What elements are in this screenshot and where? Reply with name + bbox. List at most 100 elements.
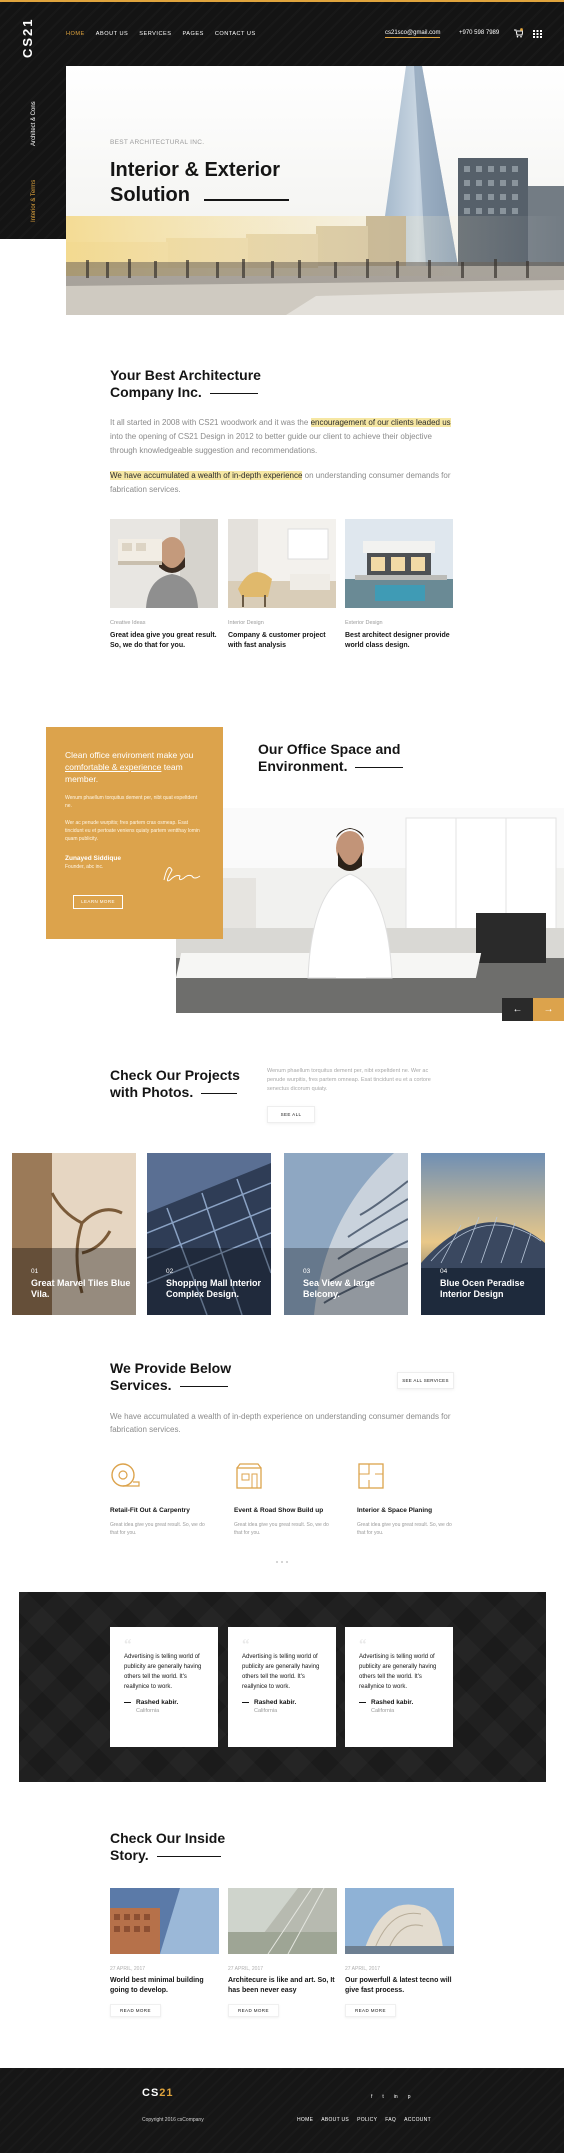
office-box-underlined: comfortable & experience xyxy=(65,762,162,772)
about-p1-highlight: encouragement of our clients leaded us xyxy=(310,418,451,427)
linkedin-icon[interactable]: in xyxy=(394,2094,398,2100)
facebook-icon[interactable]: f xyxy=(371,2094,372,2100)
services-description: We have accumulated a wealth of in-depth… xyxy=(110,1412,451,1434)
carousel-dot[interactable] xyxy=(276,1561,278,1563)
office-quote-box: Clean office enviroment make you comfort… xyxy=(46,727,223,939)
testimonial-quote: Advertising is telling world of publicit… xyxy=(359,1654,437,1690)
services-title: We Provide Below Services. xyxy=(110,1360,260,1394)
signature-icon xyxy=(163,867,201,882)
post-title[interactable]: World best minimal building going to dev… xyxy=(110,1976,219,1996)
title-rule xyxy=(179,1385,228,1388)
footer-link-account[interactable]: ACCOUNT xyxy=(404,2117,431,2123)
project-title: Blue Ocen Peradise Interior Design xyxy=(440,1278,525,1299)
footer-link-about[interactable]: ABOUT US xyxy=(321,2117,349,2123)
service-title: Event & Road Show Build up xyxy=(234,1507,324,1514)
project-tile[interactable]: 02 Shopping Mall Interior Complex Design… xyxy=(147,1153,271,1315)
modern-villa-image xyxy=(345,519,453,608)
footer-link-faq[interactable]: FAQ xyxy=(385,2117,396,2123)
footer-logo-number: 21 xyxy=(159,2087,174,2099)
nav-about[interactable]: ABOUT US xyxy=(96,31,129,37)
blog-title-line1: Check Our Inside xyxy=(110,1830,226,1846)
header-email[interactable]: cs21sco@gmail.com xyxy=(385,30,441,38)
service-text: Great idea give you great result. So, we… xyxy=(234,1522,329,1536)
project-tile[interactable]: 01 Great Marvel Tiles Blue Vila. xyxy=(12,1153,136,1315)
project-tile[interactable]: 03 Sea View & large Belcony. xyxy=(284,1153,408,1315)
post-image xyxy=(345,1888,454,1954)
project-tile[interactable]: 04 Blue Ocen Peradise Interior Design xyxy=(421,1153,545,1315)
nav-contact[interactable]: CONTACT US xyxy=(215,31,256,37)
blog-post[interactable]: 27 APRIL, 2017 World best minimal buildi… xyxy=(110,1888,219,2017)
testimonial-location: California xyxy=(254,1708,278,1714)
card-text: Best architect designer provide world cl… xyxy=(345,632,450,649)
see-all-services-button[interactable]: SEE ALL SERVICES xyxy=(397,1372,454,1389)
footer-logo-text: CS xyxy=(142,2087,160,2099)
service-item[interactable]: Interior & Space Planing Great idea give… xyxy=(357,1462,457,1537)
cart-icon[interactable] xyxy=(513,28,523,38)
card-tag: Exterior Design xyxy=(345,620,383,626)
service-item[interactable]: Retail-Fit Out & Carpentry Great idea gi… xyxy=(110,1462,210,1537)
about-p2-highlight: We have accumulated a wealth of in-depth… xyxy=(110,471,303,480)
grid-menu-icon[interactable] xyxy=(533,30,542,38)
testimonial-name: Rashed kabir. xyxy=(242,1699,322,1706)
blog-title: Check Our Inside Story. xyxy=(110,1830,260,1864)
twitter-icon[interactable]: t xyxy=(382,2094,383,2100)
projects-title-line1: Check Our Projects xyxy=(110,1067,240,1083)
blog-post[interactable]: 27 APRIL, 2017 Our powerfull & latest te… xyxy=(345,1888,454,2017)
logo[interactable]: CS21 xyxy=(20,17,35,58)
project-number: 04 xyxy=(440,1268,448,1275)
card-tag: Interior Design xyxy=(228,620,264,626)
post-image xyxy=(228,1888,337,1954)
floor-plan-icon xyxy=(358,1463,384,1489)
testimonial-quote: Advertising is telling world of publicit… xyxy=(124,1654,202,1690)
testimonial-card: “ Advertising is telling world of public… xyxy=(110,1627,218,1747)
card-text: Company & customer project with fast ana… xyxy=(228,632,326,649)
feature-card[interactable]: Exterior Design Best architect designer … xyxy=(345,519,453,651)
carousel-dot[interactable] xyxy=(281,1561,283,1563)
footer-nav: HOME ABOUT US POLICY FAQ ACCOUNT xyxy=(297,2117,431,2123)
read-more-button[interactable]: READ MORE xyxy=(228,2004,279,2017)
title-rule xyxy=(209,392,258,395)
read-more-button[interactable]: READ MORE xyxy=(345,2004,396,2017)
quote-icon: “ xyxy=(124,1637,132,1653)
post-date: 27 APRIL, 2017 xyxy=(345,1966,381,1972)
projects-title-line2: with Photos. xyxy=(110,1084,194,1100)
feature-card[interactable]: Creative Ideas Great idea give you great… xyxy=(110,519,218,651)
nav-pages[interactable]: PAGES xyxy=(182,31,203,37)
blog-post[interactable]: 27 APRIL, 2017 Architecure is like and a… xyxy=(228,1888,337,2017)
services-title-line2: Services. xyxy=(110,1377,172,1393)
project-title: Great Marvel Tiles Blue Vila. xyxy=(31,1278,131,1299)
project-number: 02 xyxy=(166,1268,174,1275)
service-item[interactable]: Event & Road Show Build up Great idea gi… xyxy=(234,1462,334,1537)
pinterest-icon[interactable]: p xyxy=(408,2094,411,2100)
learn-more-button[interactable]: LEARN MORE xyxy=(73,895,123,909)
footer-link-policy[interactable]: POLICY xyxy=(357,2117,377,2123)
office-box-paragraph-2: Wer ac penude wurpitis; fres partem cras… xyxy=(65,820,200,842)
read-more-button[interactable]: READ MORE xyxy=(110,2004,161,2017)
feature-card[interactable]: Interior Design Company & customer proje… xyxy=(228,519,336,651)
slider-next-button[interactable]: → xyxy=(533,998,564,1021)
post-title[interactable]: Our powerfull & latest tecno will give f… xyxy=(345,1976,454,1996)
footer-logo[interactable]: CS21 xyxy=(142,2087,174,2099)
hero-title-line1: Interior & Exterior xyxy=(110,159,281,181)
tape-measure-icon xyxy=(111,1463,140,1487)
slider-prev-button[interactable]: ← xyxy=(502,998,533,1021)
office-box-paragraph-1: Wenum phaellum torquitus dement per, nib… xyxy=(65,795,198,809)
post-title[interactable]: Architecure is like and art. So, It has … xyxy=(228,1976,337,1996)
nav-services[interactable]: SERVICES xyxy=(139,31,171,37)
side-link-interior[interactable]: Interior & Terms xyxy=(31,180,37,222)
see-all-button[interactable]: SEE ALL xyxy=(267,1106,315,1123)
carousel-dot[interactable] xyxy=(286,1561,288,1563)
nav-home[interactable]: HOME xyxy=(66,31,85,37)
title-rule xyxy=(355,766,404,769)
about-paragraph-2: We have accumulated a wealth of in-depth… xyxy=(110,469,454,497)
office-title-line2: Environment. xyxy=(258,758,348,774)
hero-kicker: BEST ARCHITECTURAL INC. xyxy=(110,139,205,146)
post-date: 27 APRIL, 2017 xyxy=(110,1966,146,1972)
title-rule xyxy=(156,1855,221,1858)
carousel-dots[interactable] xyxy=(276,1561,288,1563)
quote-icon: “ xyxy=(359,1637,367,1653)
office-title: Our Office Space and Environment. xyxy=(258,741,488,775)
footer-link-home[interactable]: HOME xyxy=(297,2117,313,2123)
quote-icon: “ xyxy=(242,1637,250,1653)
side-link-architect[interactable]: Architect & Cons xyxy=(31,101,37,146)
